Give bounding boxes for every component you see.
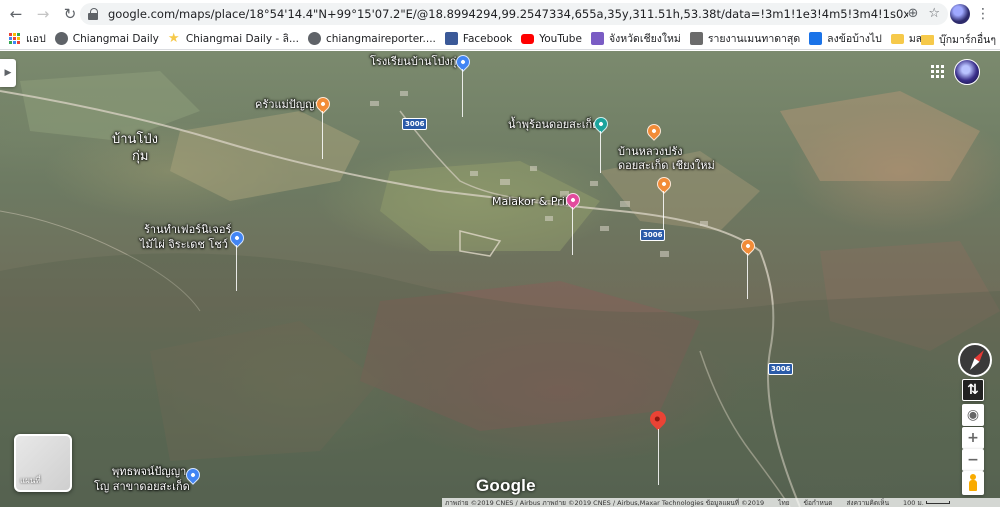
pin-stem bbox=[322, 111, 323, 159]
village-label-1: บ้านโป่ง bbox=[112, 132, 159, 147]
apps-grid-icon bbox=[9, 33, 20, 44]
bookmark-chiangmaireporter[interactable]: chiangmaireporter.... bbox=[307, 32, 436, 45]
google-logo: Google bbox=[476, 476, 536, 495]
globe-icon bbox=[54, 32, 68, 45]
bookmark-label: ลงข้อบ้างไป bbox=[827, 33, 882, 45]
more-menu-icon[interactable]: ⋮ bbox=[976, 5, 990, 23]
back-arrow-icon[interactable]: ← bbox=[5, 3, 27, 25]
zoom-in-button[interactable]: + bbox=[962, 427, 984, 449]
hotel-label[interactable]: Malakor & Prik bbox=[492, 195, 571, 208]
road-shield: 3006 bbox=[768, 363, 794, 375]
bookmark-label: รายงานเมนทาดาสุด bbox=[707, 33, 801, 45]
terrain-texture bbox=[0, 71, 1000, 507]
bookmark-label: Facebook bbox=[462, 32, 513, 45]
shop-label-2[interactable]: ดอยสะเก็ด เชียงใหม่ bbox=[618, 159, 715, 172]
tilt-toggle-button[interactable]: ⇅ bbox=[962, 379, 984, 401]
pin-stem bbox=[572, 207, 573, 255]
blue-square-icon bbox=[809, 32, 823, 45]
pin-stem bbox=[658, 429, 659, 485]
youtube-icon bbox=[521, 33, 535, 44]
terms-link[interactable]: ข้อกำหนด bbox=[804, 498, 833, 507]
profile-avatar[interactable] bbox=[950, 4, 970, 24]
star-icon: ★ bbox=[167, 31, 180, 46]
bookmark-star-icon[interactable]: ☆ bbox=[928, 6, 940, 21]
url-text[interactable]: google.com/maps/place/18°54'14.4"N+99°15… bbox=[108, 7, 908, 21]
bookmark-label: chiangmaireporter.... bbox=[325, 32, 436, 45]
google-apps-icon[interactable] bbox=[931, 65, 944, 78]
attribution-bar: ภาพถ่าย ©2019 CNES / Airbus ภาพถ่าย ©201… bbox=[442, 498, 1000, 507]
village-label-2: กุ่ม bbox=[132, 149, 149, 164]
my-location-icon[interactable]: ◉ bbox=[962, 404, 984, 426]
temple-label-1[interactable]: พุทธพจน์ปัญญา bbox=[112, 465, 186, 478]
pin-stem bbox=[236, 245, 237, 291]
furniture-label-2[interactable]: ไม้ไผ่ จิระเดช โชว์ bbox=[140, 238, 228, 251]
bookmark-label: แอป bbox=[26, 33, 46, 45]
document-icon bbox=[689, 32, 703, 45]
shop-label-1[interactable]: บ้านหลวงปรัง bbox=[618, 145, 682, 158]
road-shield: 3006 bbox=[640, 229, 666, 241]
bookmark-label: Chiangmai Daily - ลิ... bbox=[185, 33, 299, 45]
feedback-link[interactable]: ส่งความคิดเห็น bbox=[846, 498, 889, 507]
bookmark-misc[interactable]: ลงข้อบ้างไป bbox=[809, 30, 882, 47]
lock-icon bbox=[88, 8, 98, 20]
bookmark-label: Chiangmai Daily bbox=[72, 32, 159, 45]
road-shield: 3006 bbox=[402, 118, 428, 130]
zoom-out-button[interactable]: − bbox=[962, 449, 984, 471]
province-seal-icon bbox=[590, 32, 604, 45]
bookmark-chiangmai-daily-2[interactable]: ★ Chiangmai Daily - ลิ... bbox=[168, 30, 299, 47]
reload-icon[interactable]: ↻ bbox=[59, 3, 81, 25]
globe-icon bbox=[307, 32, 321, 45]
scale-text: 100 ม. bbox=[903, 498, 924, 507]
bookmark-label: YouTube bbox=[539, 32, 582, 45]
school-label[interactable]: โรงเรียนบ้านโป่งกุ่ม bbox=[370, 55, 464, 68]
bookmark-apps[interactable]: แอป bbox=[9, 30, 46, 47]
layer-switcher-button[interactable]: แผนที่ bbox=[14, 434, 72, 492]
pin-stem bbox=[747, 253, 748, 299]
attribution-text: ภาพถ่าย ©2019 CNES / Airbus ภาพถ่าย ©201… bbox=[445, 498, 765, 507]
hot-spring-label[interactable]: น้ำพุร้อนดอยสะเก็ด bbox=[508, 118, 599, 131]
layer-switcher-label: แผนที่ bbox=[20, 476, 41, 485]
address-bar[interactable]: google.com/maps/place/18°54'14.4"N+99°15… bbox=[80, 3, 948, 25]
account-avatar[interactable] bbox=[954, 59, 980, 85]
pin-stem bbox=[462, 69, 463, 117]
bookmark-report[interactable]: รายงานเมนทาดาสุด bbox=[689, 30, 801, 47]
satellite-map[interactable]: ▶ โรงเรียนบ้านโป่งกุ่ม ครัวแม่ปัญญา บ้าน… bbox=[0, 51, 1000, 507]
compass-icon[interactable] bbox=[958, 343, 992, 377]
browser-toolbar: ← → ↻ google.com/maps/place/18°54'14.4"N… bbox=[0, 0, 1000, 28]
folder-icon bbox=[921, 34, 935, 45]
furniture-label-1[interactable]: ร้านทำเฟอร์นิเจอร์ bbox=[144, 223, 231, 236]
other-bookmarks-folder[interactable]: บุ๊กมาร์กอื่นๆ bbox=[921, 31, 996, 48]
scale-bar bbox=[925, 501, 950, 504]
bookmark-facebook[interactable]: Facebook bbox=[444, 32, 513, 45]
facebook-icon bbox=[444, 32, 458, 45]
scale-label[interactable]: 100 ม. bbox=[903, 498, 950, 507]
language-link[interactable]: ไทย bbox=[778, 498, 789, 507]
restaurant-label[interactable]: ครัวแม่ปัญญา bbox=[255, 98, 321, 111]
bookmark-label: จังหวัดเชียงใหม่ bbox=[608, 33, 681, 45]
side-panel-toggle[interactable]: ▶ bbox=[0, 59, 16, 87]
forward-arrow-icon[interactable]: → bbox=[32, 3, 54, 25]
add-circle-icon[interactable]: ⊕ bbox=[907, 6, 918, 21]
folder-icon bbox=[890, 33, 904, 44]
street-view-pegman-icon[interactable] bbox=[962, 471, 984, 495]
bookmark-youtube[interactable]: YouTube bbox=[521, 33, 582, 45]
other-bookmarks-label: บุ๊กมาร์กอื่นๆ bbox=[939, 34, 996, 46]
temple-label-2[interactable]: โญ สาขาดอยสะเก็ด bbox=[94, 480, 190, 493]
bookmark-chiangmai-province[interactable]: จังหวัดเชียงใหม่ bbox=[590, 30, 681, 47]
pin-stem bbox=[600, 131, 601, 173]
bookmarks-bar: แอป Chiangmai Daily ★ Chiangmai Daily - … bbox=[0, 28, 1000, 50]
bookmark-chiangmai-daily[interactable]: Chiangmai Daily bbox=[54, 32, 159, 45]
